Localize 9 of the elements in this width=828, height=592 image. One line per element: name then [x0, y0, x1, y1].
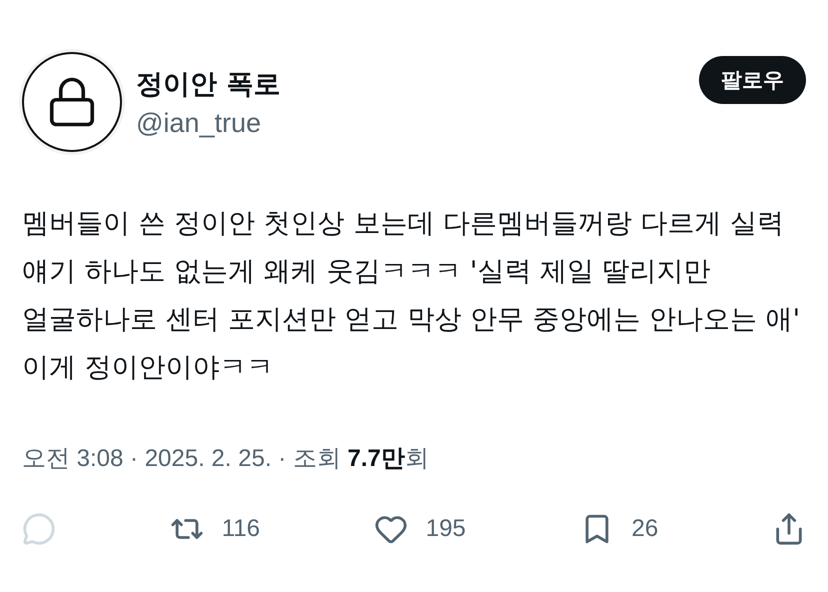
bookmark-button[interactable]: 26 [580, 512, 658, 546]
post-text: 멤버들이 쓴 정이안 첫인상 보는데 다른멤버들꺼랑 다르게 실력 얘기 하나도 없는게 왜케 웃김ㅋㅋㅋ '실력 제일 딸리지만 얼굴하나로 센터 포지션만 얻고 막상 안무 중앙에는 안나오는 애' 이게 정이안이야ㅋㅋ [22, 207, 802, 385]
like-button[interactable]: 195 [374, 512, 466, 546]
repost-button[interactable]: 116 [170, 512, 260, 546]
author-handle: @ian_true [136, 108, 262, 138]
author-name: 정이안 폭로 [136, 68, 282, 102]
post-meta: 오전 3:08 · 2025. 2. 25. · 조회 7.7만회 [22, 444, 430, 474]
reply-icon [22, 512, 56, 546]
follow-button[interactable]: 팔로우 [699, 56, 806, 104]
